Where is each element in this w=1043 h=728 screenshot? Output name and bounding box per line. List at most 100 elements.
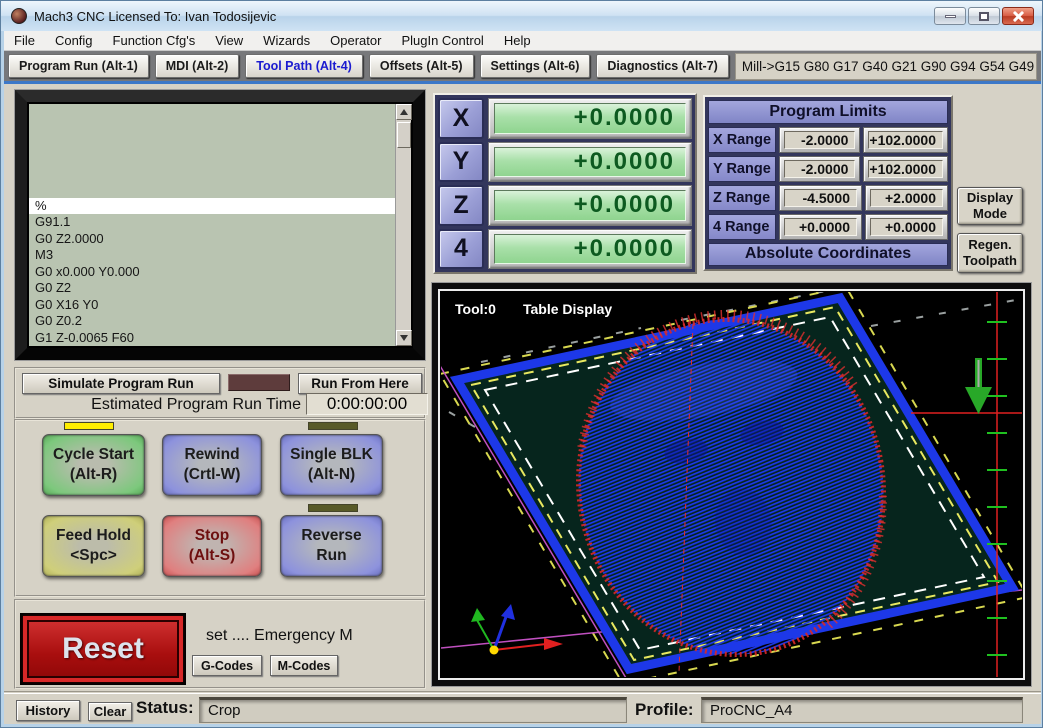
x-range-label: X Range — [708, 126, 776, 153]
reset-button-frame: Reset — [20, 613, 186, 685]
tab-program-run[interactable]: Program Run (Alt-1) — [8, 54, 149, 78]
display-mode-button[interactable]: Display Mode — [957, 187, 1023, 225]
axis-dro-cluster: X +0.0000 Y +0.0000 Z +0.0000 4 +0.0000 — [433, 93, 697, 274]
feed-hold-button[interactable]: Feed Hold <Spc> — [42, 515, 145, 577]
menu-plugin-control[interactable]: PlugIn Control — [391, 33, 493, 48]
stop-button[interactable]: Stop (Alt-S) — [162, 515, 262, 577]
axis-button-4[interactable]: 4 — [438, 228, 484, 269]
tab-tool-path[interactable]: Tool Path (Alt-4) — [245, 54, 363, 78]
gcode-line[interactable]: G0 Z2.0000 — [29, 231, 395, 248]
close-icon — [1012, 10, 1024, 22]
cycle-start-led — [64, 422, 114, 430]
menu-function-cfgs[interactable]: Function Cfg's — [103, 33, 206, 48]
y-range-label: Y Range — [708, 155, 776, 182]
app-window: Mach3 CNC Licensed To: Ivan Todosijevic … — [0, 0, 1043, 728]
menu-bar: File Config Function Cfg's View Wizards … — [4, 31, 1041, 51]
app-icon — [11, 8, 27, 24]
reset-button[interactable]: Reset — [23, 616, 183, 682]
arrow-up-icon — [399, 109, 408, 115]
gcode-line-current[interactable]: % — [29, 197, 395, 214]
dro-y-value[interactable]: +0.0000 — [494, 146, 686, 177]
4-range-label: 4 Range — [708, 213, 776, 240]
cycle-controls-panel: Cycle Start (Alt-R) Rewind (Crtl-W) Sing… — [14, 419, 426, 597]
gcode-line[interactable]: G0 Z2 — [29, 280, 395, 297]
estimated-run-time-label: Estimated Program Run Time — [91, 396, 301, 413]
tab-settings[interactable]: Settings (Alt-6) — [479, 54, 591, 78]
restore-icon — [979, 11, 989, 21]
menu-file[interactable]: File — [4, 33, 45, 48]
regen-toolpath-button[interactable]: Regen. Toolpath — [957, 233, 1023, 273]
gcode-line[interactable]: M3 — [29, 247, 395, 264]
gcode-line[interactable]: G0 X16 Y0 — [29, 297, 395, 314]
menu-wizards[interactable]: Wizards — [253, 33, 320, 48]
scroll-down-button[interactable] — [395, 330, 412, 346]
scroll-up-button[interactable] — [395, 104, 412, 120]
gcode-list[interactable]: % G91.1 G0 Z2.0000 M3 G0 x0.000 Y0.000 G… — [29, 104, 395, 346]
dro-4-value[interactable]: +0.0000 — [494, 233, 686, 264]
close-button[interactable] — [1002, 7, 1034, 25]
profile-label: Profile: — [635, 700, 694, 719]
single-blk-led — [308, 422, 358, 430]
x-range-max: +102.0000 — [868, 130, 943, 149]
dro-z-value[interactable]: +0.0000 — [494, 190, 686, 221]
axis-button-x[interactable]: X — [438, 98, 484, 139]
table-display-label: Table Display — [523, 301, 612, 317]
run-from-here-button[interactable]: Run From Here — [298, 373, 422, 394]
toolpath-display[interactable]: Tool:0 Table Display — [431, 282, 1032, 687]
tab-offsets[interactable]: Offsets (Alt-5) — [368, 54, 474, 78]
status-label: Status: — [136, 698, 194, 717]
g-codes-button[interactable]: G-Codes — [192, 655, 262, 676]
toolpath-canvas: Tool:0 Table Display — [441, 292, 1022, 677]
rewind-button[interactable]: Rewind (Crtl-W) — [162, 434, 262, 496]
reverse-run-led — [308, 504, 358, 512]
statusbar-divider — [4, 691, 1041, 694]
4-range-max: +0.0000 — [870, 217, 943, 236]
program-limits-panel: Program Limits X Range -2.0000 +102.0000… — [703, 95, 953, 271]
reverse-run-button[interactable]: Reverse Run — [280, 515, 383, 577]
simulation-progress-indicator — [228, 374, 290, 391]
gcode-line[interactable]: G91.1 — [29, 214, 395, 231]
reset-panel: Reset set .... Emergency M G-Codes M-Cod… — [14, 599, 426, 689]
status-message: set .... Emergency M — [206, 627, 353, 644]
window-title: Mach3 CNC Licensed To: Ivan Todosijevic — [34, 8, 277, 24]
tool-number-label: Tool:0 — [455, 301, 496, 317]
title-bar: Mach3 CNC Licensed To: Ivan Todosijevic — [1, 1, 1042, 31]
menu-operator[interactable]: Operator — [320, 33, 391, 48]
restore-button[interactable] — [968, 7, 1000, 25]
tab-strip: Program Run (Alt-1) MDI (Alt-2) Tool Pat… — [4, 51, 1041, 84]
axis-button-y[interactable]: Y — [438, 141, 484, 182]
menu-help[interactable]: Help — [494, 33, 541, 48]
z-range-label: Z Range — [708, 184, 776, 211]
clear-button[interactable]: Clear — [88, 702, 132, 721]
x-range-min: -2.0000 — [784, 130, 856, 149]
gcode-line[interactable]: G1 Z-0.0065 F60 — [29, 330, 395, 347]
z-range-max: +2.0000 — [870, 188, 943, 207]
active-modes-readout: Mill->G15 G80 G17 G40 G21 G90 G94 G54 G4… — [734, 52, 1037, 80]
m-codes-button[interactable]: M-Codes — [270, 655, 338, 676]
estimated-run-time-value: 0:00:00:00 — [306, 393, 428, 415]
y-range-min: -2.0000 — [784, 159, 856, 178]
y-range-max: +102.0000 — [868, 159, 943, 178]
4-range-min: +0.0000 — [784, 217, 857, 236]
tab-diagnostics[interactable]: Diagnostics (Alt-7) — [596, 54, 729, 78]
history-button[interactable]: History — [16, 700, 80, 721]
menu-config[interactable]: Config — [45, 33, 103, 48]
z-range-min: -4.5000 — [784, 188, 857, 207]
status-field: Crop — [199, 697, 627, 723]
cycle-start-button[interactable]: Cycle Start (Alt-R) — [42, 434, 145, 496]
profile-field: ProCNC_A4 — [701, 697, 1023, 723]
dro-x-value[interactable]: +0.0000 — [494, 103, 686, 134]
tab-mdi[interactable]: MDI (Alt-2) — [154, 54, 240, 78]
minimize-button[interactable] — [934, 7, 966, 25]
program-limits-title: Program Limits — [708, 100, 948, 124]
toolpath-screen: Tool:0 Table Display — [438, 289, 1025, 680]
gcode-line[interactable]: G0 Z0.2 — [29, 313, 395, 330]
gcode-line[interactable]: G0 x0.000 Y0.000 — [29, 264, 395, 281]
axis-button-z[interactable]: Z — [438, 185, 484, 226]
gcode-display: % G91.1 G0 Z2.0000 M3 G0 x0.000 Y0.000 G… — [14, 89, 426, 361]
menu-view[interactable]: View — [205, 33, 253, 48]
single-blk-button[interactable]: Single BLK (Alt-N) — [280, 434, 383, 496]
gcode-scrollbar[interactable] — [395, 104, 412, 346]
simulate-program-run-button[interactable]: Simulate Program Run — [22, 373, 220, 394]
scrollbar-thumb[interactable] — [396, 122, 411, 148]
